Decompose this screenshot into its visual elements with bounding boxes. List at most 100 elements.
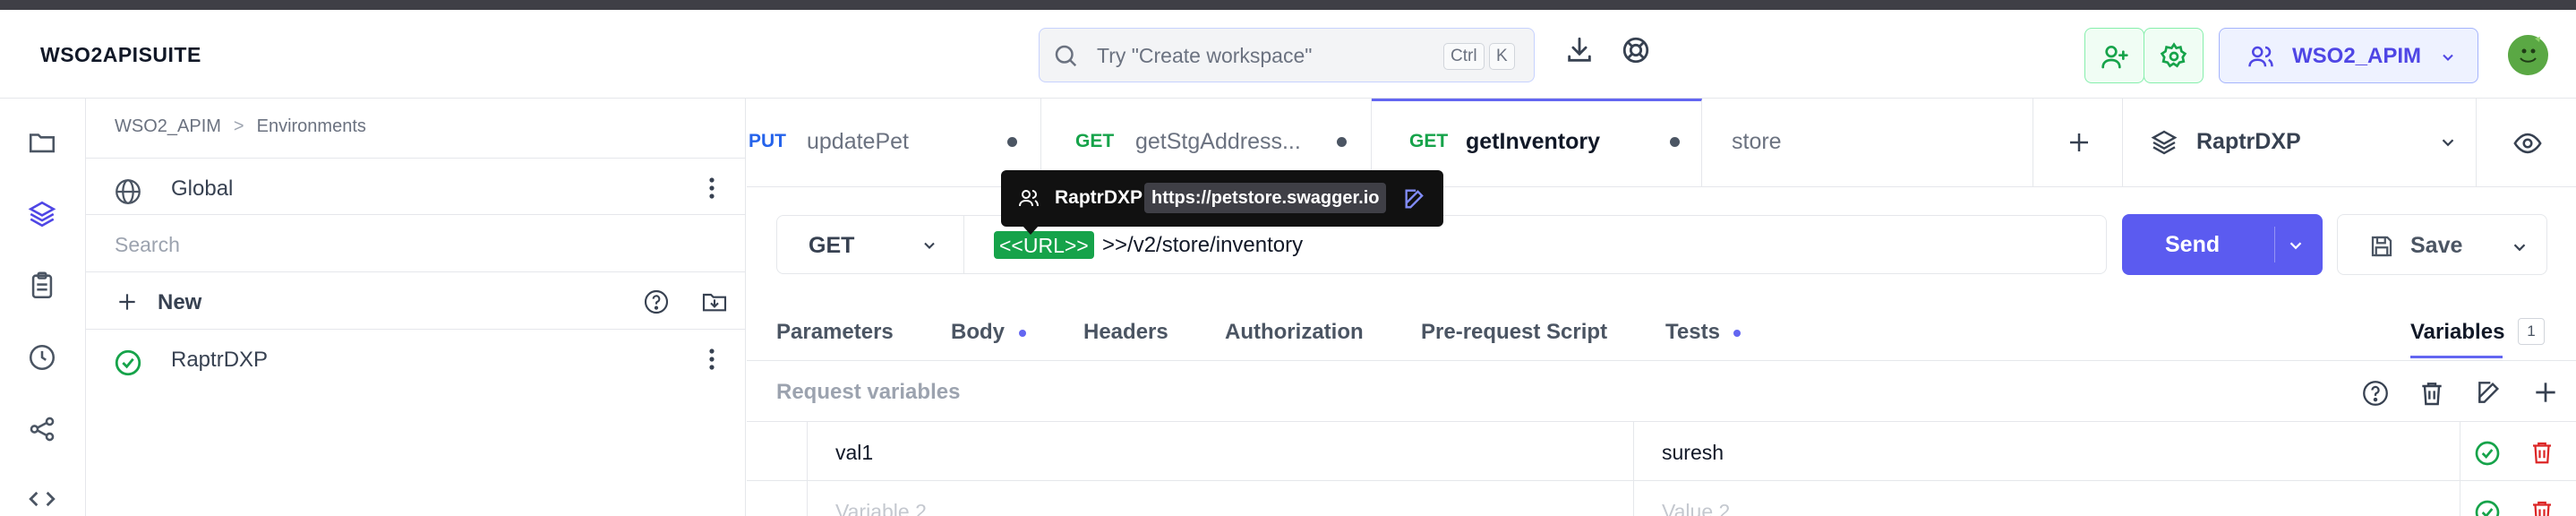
layers-icon[interactable] bbox=[27, 199, 57, 229]
users-icon bbox=[1017, 187, 1040, 209]
layers-icon bbox=[2151, 130, 2178, 155]
tab-label: store bbox=[1732, 129, 1782, 154]
user-avatar[interactable] bbox=[2508, 35, 2548, 75]
environment-selector-label: RaptrDXP bbox=[2196, 129, 2301, 154]
environment-search[interactable]: Search bbox=[86, 215, 746, 272]
global-search[interactable]: Try "Create workspace" Ctrl K bbox=[1039, 28, 1535, 82]
tab-method: GET bbox=[1409, 131, 1449, 151]
plus-icon[interactable] bbox=[116, 290, 139, 314]
url-variable-chip[interactable]: <<URL>> bbox=[994, 231, 1094, 259]
chevron-down-icon bbox=[2439, 48, 2457, 66]
tab-label: updatePet bbox=[807, 129, 909, 154]
variable-value-field[interactable]: Value 2 bbox=[1662, 500, 1730, 516]
invite-user-button[interactable] bbox=[2084, 28, 2144, 83]
window-top-bar bbox=[0, 0, 2576, 10]
new-environment-row: New bbox=[86, 272, 746, 330]
save-label: Save bbox=[2410, 233, 2463, 258]
shortcut-ctrl-key: Ctrl bbox=[1443, 43, 1485, 70]
add-user-icon bbox=[2101, 46, 2128, 69]
workspace-name: WSO2_APIM bbox=[2292, 44, 2422, 68]
tab-method: GET bbox=[1075, 131, 1115, 151]
breadcrumb: WSO2_APIM > Environments bbox=[115, 116, 366, 136]
send-button[interactable]: Send bbox=[2122, 214, 2323, 275]
new-tab-button[interactable] bbox=[2033, 99, 2123, 186]
chevron-down-icon[interactable] bbox=[2286, 236, 2306, 255]
environment-item-raptrdxp[interactable]: RaptrDXP bbox=[86, 330, 746, 387]
folder-icon[interactable] bbox=[27, 127, 57, 158]
eye-icon bbox=[2513, 133, 2542, 154]
tab-tests[interactable]: Tests bbox=[1665, 320, 1720, 345]
help-icon[interactable] bbox=[2360, 378, 2391, 408]
brand-logo-text: WSO2APISUITE bbox=[40, 43, 201, 66]
unsaved-dot bbox=[1670, 137, 1680, 147]
import-folder-icon[interactable] bbox=[699, 288, 730, 316]
tab-method: PUT bbox=[749, 131, 786, 151]
new-environment-button[interactable]: New bbox=[158, 290, 201, 315]
tests-indicator-dot bbox=[1733, 330, 1741, 337]
help-support-icon[interactable] bbox=[1621, 35, 1651, 65]
tab-body[interactable]: Body bbox=[951, 320, 1005, 345]
globe-icon bbox=[113, 176, 143, 207]
more-options-icon[interactable] bbox=[702, 176, 722, 200]
history-icon[interactable] bbox=[27, 342, 57, 373]
tab-label: getInventory bbox=[1466, 129, 1601, 154]
variable-row: Variable 2 Value 2 bbox=[747, 480, 2576, 516]
clipboard-icon[interactable] bbox=[27, 271, 57, 301]
http-method-value: GET bbox=[809, 233, 855, 258]
chevron-down-icon bbox=[2442, 139, 2454, 147]
delete-icon[interactable] bbox=[2529, 497, 2555, 516]
breadcrumb-environments[interactable]: Environments bbox=[257, 116, 366, 136]
tab-store[interactable]: store bbox=[1702, 99, 2033, 186]
variable-value-field[interactable]: suresh bbox=[1662, 441, 1724, 465]
code-icon[interactable] bbox=[27, 484, 57, 514]
edit-icon[interactable] bbox=[2475, 378, 2503, 407]
check-circle-icon[interactable] bbox=[2473, 498, 2502, 516]
environment-preview-button[interactable] bbox=[2477, 99, 2576, 186]
shortcut-k-key: K bbox=[1489, 43, 1515, 70]
environment-variable-tooltip: RaptrDXP https://petstore.swagger.io bbox=[1001, 170, 1443, 235]
chevron-down-icon bbox=[920, 236, 938, 254]
tab-variables[interactable]: Variables bbox=[2410, 320, 2504, 345]
tab-parameters[interactable]: Parameters bbox=[776, 320, 894, 345]
icon-rail bbox=[0, 99, 86, 516]
global-environment-row[interactable]: Global bbox=[86, 158, 746, 215]
plus-icon bbox=[2070, 133, 2088, 151]
tab-label: getStgAddress... bbox=[1135, 129, 1301, 154]
body-indicator-dot bbox=[1019, 330, 1026, 337]
check-circle-icon[interactable] bbox=[2473, 439, 2502, 468]
unsaved-dot bbox=[1337, 137, 1347, 147]
chevron-down-icon[interactable] bbox=[2510, 237, 2529, 257]
url-path: >>/v2/store/inventory bbox=[1102, 233, 1304, 257]
share-icon[interactable] bbox=[27, 414, 57, 444]
request-variables-title: Request variables bbox=[776, 380, 961, 404]
help-icon[interactable] bbox=[642, 288, 671, 316]
variable-name-field[interactable]: Variable 2 bbox=[835, 500, 927, 516]
users-icon bbox=[2247, 43, 2275, 70]
edit-icon[interactable] bbox=[1402, 186, 1427, 211]
variable-row: val1 suresh bbox=[747, 421, 2576, 481]
unsaved-dot bbox=[1007, 137, 1017, 147]
http-method-select[interactable]: GET bbox=[776, 215, 964, 274]
tab-prerequest-script[interactable]: Pre-request Script bbox=[1421, 320, 1607, 345]
settings-button[interactable] bbox=[2144, 28, 2204, 83]
plus-icon[interactable] bbox=[2531, 378, 2560, 407]
environment-selector[interactable]: RaptrDXP bbox=[2123, 99, 2477, 186]
tooltip-variable-value: https://petstore.swagger.io bbox=[1144, 183, 1387, 213]
workspace-selector[interactable]: WSO2_APIM bbox=[2219, 28, 2478, 83]
tab-authorization[interactable]: Authorization bbox=[1225, 320, 1364, 345]
search-icon bbox=[1052, 42, 1079, 69]
save-button[interactable]: Save bbox=[2337, 214, 2547, 275]
search-placeholder: Try "Create workspace" bbox=[1097, 44, 1313, 67]
delete-icon[interactable] bbox=[2529, 438, 2555, 467]
download-icon[interactable] bbox=[1564, 35, 1595, 65]
environment-search-input[interactable]: Search bbox=[115, 233, 180, 257]
more-options-icon[interactable] bbox=[702, 348, 722, 371]
variables-count-badge: 1 bbox=[2518, 318, 2545, 345]
variable-name-field[interactable]: val1 bbox=[835, 441, 873, 465]
save-icon bbox=[2368, 233, 2395, 260]
send-label: Send bbox=[2165, 232, 2221, 257]
tab-updatepet[interactable]: PUT updatePet bbox=[747, 99, 1041, 186]
tab-headers[interactable]: Headers bbox=[1083, 320, 1168, 345]
breadcrumb-workspace[interactable]: WSO2_APIM bbox=[115, 116, 221, 136]
trash-icon[interactable] bbox=[2418, 378, 2446, 408]
